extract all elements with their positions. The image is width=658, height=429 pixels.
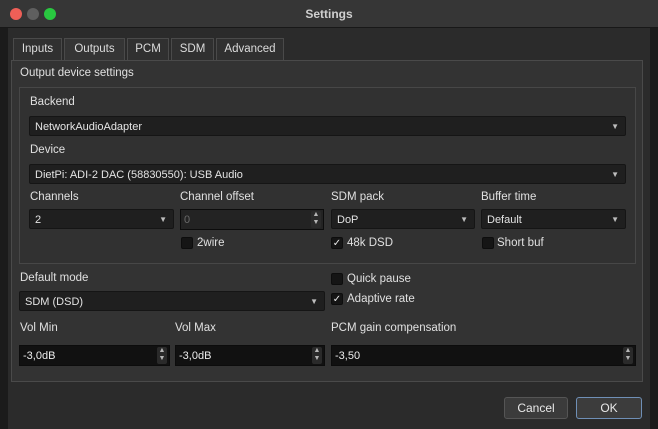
backend-select[interactable]: NetworkAudioAdapter ▼ <box>29 116 626 136</box>
channel-offset-spinbox[interactable]: 0 ▲ ▼ <box>180 209 324 230</box>
sdm-pack-select[interactable]: DoP ▼ <box>331 209 475 229</box>
stepper-arrows-icon[interactable]: ▲ ▼ <box>312 347 322 364</box>
channels-label: Channels <box>30 191 79 203</box>
channel-offset-label: Channel offset <box>180 191 254 203</box>
vol-max-value: -3,0dB <box>179 350 212 362</box>
dsd48k-label: 48k DSD <box>347 237 394 249</box>
vol-min-label: Vol Min <box>20 322 58 334</box>
cancel-button[interactable]: Cancel <box>504 397 568 419</box>
buffer-time-select[interactable]: Default ▼ <box>481 209 626 229</box>
output-device-settings-title: Output device settings <box>20 67 134 79</box>
tab-pcm[interactable]: PCM <box>127 38 169 60</box>
stepper-arrows-icon[interactable]: ▲ ▼ <box>623 347 633 364</box>
twowire-checkbox[interactable] <box>181 237 193 249</box>
quick-pause-checkbox[interactable] <box>331 273 343 285</box>
stepper-arrows-icon[interactable]: ▲ ▼ <box>311 211 321 228</box>
buffer-time-label: Buffer time <box>481 191 537 203</box>
tab-sdm[interactable]: SDM <box>171 38 214 60</box>
vol-min-value: -3,0dB <box>23 350 56 362</box>
device-select[interactable]: DietPi: ADI-2 DAC (58830550): USB Audio … <box>29 164 626 184</box>
twowire-label: 2wire <box>197 237 225 249</box>
chevron-down-icon: ▼ <box>460 215 468 224</box>
tab-outputs[interactable]: Outputs <box>64 38 125 61</box>
device-value: DietPi: ADI-2 DAC (58830550): USB Audio <box>35 169 243 181</box>
ok-button[interactable]: OK <box>576 397 642 419</box>
buffer-time-value: Default <box>487 214 522 226</box>
sdm-pack-label: SDM pack <box>331 191 385 203</box>
vol-max-label: Vol Max <box>175 322 216 334</box>
vol-max-spinbox[interactable]: -3,0dB ▲ ▼ <box>175 345 325 366</box>
adaptive-rate-checkbox[interactable]: ✓ <box>331 293 343 305</box>
default-mode-value: SDM (DSD) <box>25 296 84 308</box>
channels-value: 2 <box>35 214 42 226</box>
pcm-gain-spinbox[interactable]: -3,50 ▲ ▼ <box>331 345 636 366</box>
backend-value: NetworkAudioAdapter <box>35 121 143 133</box>
window-edge-left <box>0 28 8 429</box>
chevron-down-icon: ▼ <box>159 215 167 224</box>
sdm-pack-value: DoP <box>337 214 359 226</box>
default-mode-select[interactable]: SDM (DSD) ▼ <box>19 291 325 311</box>
chevron-down-icon: ▼ <box>611 122 619 131</box>
tab-advanced[interactable]: Advanced <box>216 38 284 60</box>
pcm-gain-value: -3,50 <box>335 350 361 362</box>
quick-pause-label: Quick pause <box>347 273 411 285</box>
tab-inputs[interactable]: Inputs <box>13 38 62 60</box>
backend-label: Backend <box>30 96 75 108</box>
default-mode-label: Default mode <box>20 272 89 284</box>
window-title: Settings <box>305 7 353 21</box>
chevron-down-icon: ▼ <box>611 170 619 179</box>
chevron-down-icon: ▼ <box>611 215 619 224</box>
window-edge-right <box>650 28 658 429</box>
vol-min-spinbox[interactable]: -3,0dB ▲ ▼ <box>19 345 170 366</box>
channel-offset-value: 0 <box>184 214 191 226</box>
pcm-gain-label: PCM gain compensation <box>331 322 457 334</box>
adaptive-rate-label: Adaptive rate <box>347 293 415 305</box>
dsd48k-checkbox[interactable]: ✓ <box>331 237 343 249</box>
stepper-arrows-icon[interactable]: ▲ ▼ <box>157 347 167 364</box>
short-buf-label: Short buf <box>497 237 544 249</box>
short-buf-checkbox[interactable] <box>482 237 494 249</box>
chevron-down-icon: ▼ <box>310 297 318 306</box>
device-label: Device <box>30 144 66 156</box>
channels-select[interactable]: 2 ▼ <box>29 209 174 229</box>
